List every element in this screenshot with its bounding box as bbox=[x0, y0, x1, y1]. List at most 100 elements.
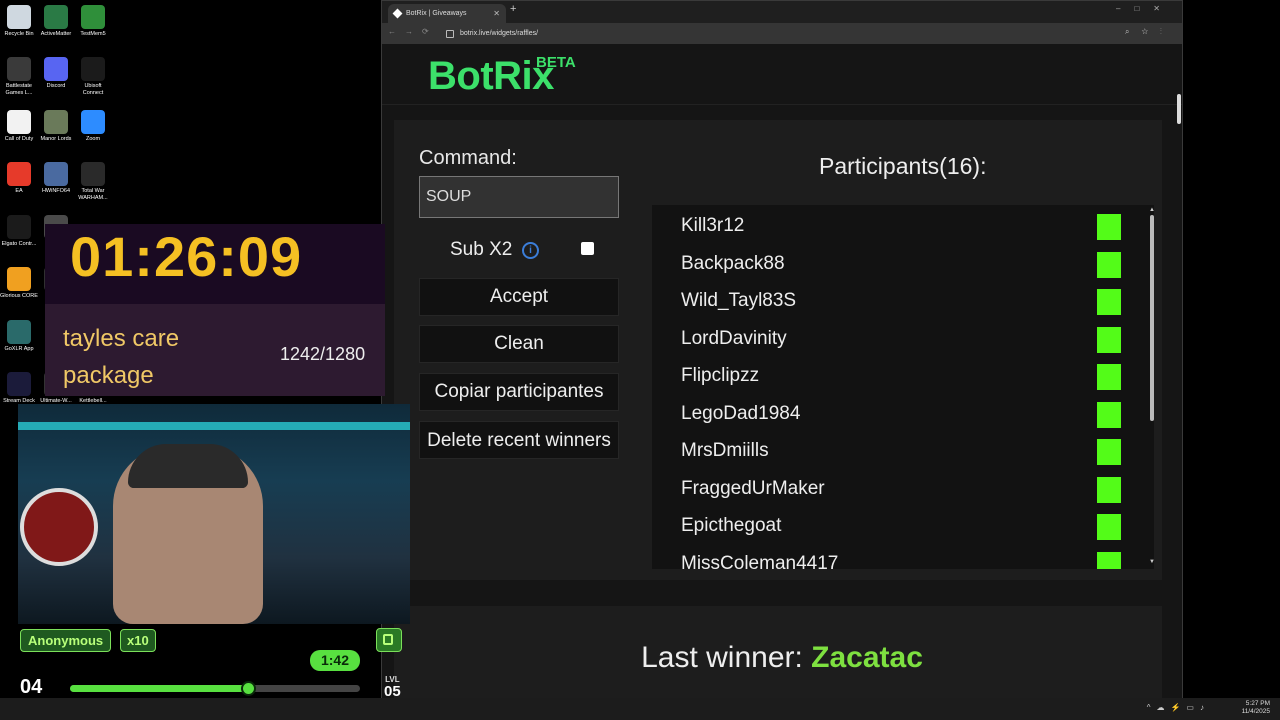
page-scrollbar[interactable] bbox=[1177, 94, 1181, 124]
scroll-up-icon[interactable]: ▲ bbox=[1149, 207, 1154, 213]
accept-button[interactable]: Accept bbox=[419, 278, 619, 316]
participant-row[interactable]: Flipclipzz bbox=[681, 357, 1121, 394]
kick-platform-icon bbox=[1097, 251, 1121, 278]
app-icon bbox=[7, 320, 31, 344]
desktop-icon-label: Total War WARHAM... bbox=[78, 188, 108, 201]
desktop-icon[interactable]: Battlestate Games L... bbox=[0, 57, 38, 97]
participant-row[interactable]: Wild_Tayl83S bbox=[681, 282, 1121, 319]
goal-text: tayles care package bbox=[63, 325, 180, 389]
desktop-icon-label: Call of Duty bbox=[4, 136, 34, 142]
participant-name: LegoDad1984 bbox=[681, 402, 801, 424]
copy-participants-button[interactable]: Copiar participantes bbox=[419, 373, 619, 411]
desktop-icon-label: EA bbox=[15, 188, 23, 194]
list-scrollbar[interactable] bbox=[1150, 215, 1154, 421]
new-tab-icon[interactable]: + bbox=[510, 3, 516, 15]
desktop-icon-label: GoXLR App bbox=[4, 346, 34, 352]
participant-name: FraggedUrMaker bbox=[681, 477, 825, 499]
sub-x2-checkbox[interactable] bbox=[581, 242, 594, 255]
url-field[interactable]: botrix.live/widgets/raffles/ bbox=[444, 27, 1084, 40]
last-winner: Last winner: Zacatac bbox=[382, 641, 1182, 675]
participant-row[interactable]: LordDavinity bbox=[681, 320, 1121, 357]
delete-recent-winners-button[interactable]: Delete recent winners bbox=[419, 421, 619, 459]
desktop-icon-label: Battlestate Games L... bbox=[5, 83, 33, 96]
participant-name: LordDavinity bbox=[681, 327, 787, 349]
page-content: BotRix BETA Command: Sub X2 i Accept Cle… bbox=[382, 44, 1182, 698]
desktop-icon[interactable]: Ubisoft Connect bbox=[74, 57, 112, 97]
participants-title: Participants(16): bbox=[819, 153, 987, 179]
desktop-icon-label: ActiveMatter bbox=[40, 31, 72, 37]
last-winner-label: Last winner: bbox=[641, 641, 803, 674]
tab-strip: BotRix | Giveaways ✕ + –□✕ bbox=[382, 1, 1182, 23]
desktop-icon[interactable]: Zoom bbox=[74, 110, 112, 143]
participant-name: Backpack88 bbox=[681, 252, 785, 274]
site-info-icon[interactable] bbox=[446, 30, 454, 38]
desktop-icon[interactable]: ActiveMatter bbox=[37, 5, 75, 38]
desktop-icon[interactable]: GoXLR App bbox=[0, 320, 38, 353]
desktop-icon-label: TestMem5 bbox=[80, 31, 106, 37]
desktop-icon-label: Ubisoft Connect bbox=[82, 83, 104, 96]
desktop-icon-label: Glorious CORE bbox=[0, 293, 38, 299]
desktop-icon[interactable]: Manor Lords bbox=[37, 110, 75, 143]
tab-botrix-giveaways[interactable]: BotRix | Giveaways ✕ bbox=[388, 4, 506, 23]
favicon-icon bbox=[392, 8, 403, 19]
command-input[interactable] bbox=[419, 176, 619, 218]
desktop-icon[interactable]: EA bbox=[0, 162, 38, 195]
time-left-pill: 1:42 bbox=[310, 650, 360, 671]
desktop-icon[interactable]: Call of Duty bbox=[0, 110, 38, 143]
app-icon bbox=[7, 57, 31, 81]
kick-platform-icon bbox=[1097, 476, 1121, 503]
participant-name: MrsDmiills bbox=[681, 440, 769, 461]
kick-platform-icon bbox=[1097, 289, 1121, 315]
app-icon bbox=[7, 110, 31, 134]
desktop-icon[interactable]: Stream Deck bbox=[0, 372, 38, 405]
info-icon[interactable]: i bbox=[522, 242, 539, 259]
participant-row[interactable]: Epicthegoat bbox=[681, 507, 1121, 544]
command-label: Command: bbox=[419, 147, 517, 169]
participant-row[interactable]: Backpack88 bbox=[681, 245, 1121, 282]
url-text: botrix.live/widgets/raffles/ bbox=[460, 30, 539, 37]
header-divider bbox=[382, 104, 1182, 105]
desktop-icon-label: Manor Lords bbox=[40, 136, 72, 142]
scroll-down-icon[interactable]: ▼ bbox=[1149, 559, 1154, 565]
app-icon bbox=[81, 110, 105, 134]
app-icon bbox=[7, 162, 31, 186]
participant-row[interactable]: FraggedUrMaker bbox=[681, 470, 1121, 507]
close-tab-icon[interactable]: ✕ bbox=[493, 4, 500, 23]
beta-badge: BETA bbox=[536, 54, 576, 71]
participant-name: MissColeman4417 bbox=[681, 552, 839, 570]
desktop-icon-label: Elgato Contr... bbox=[1, 241, 37, 247]
desktop-icon-label: Recycle Bin bbox=[4, 31, 34, 37]
participant-row[interactable]: MissColeman4417 bbox=[681, 545, 1121, 570]
desktop-icon[interactable]: Total War WARHAM... bbox=[74, 162, 112, 202]
kick-platform-icon bbox=[1097, 439, 1121, 465]
participant-row[interactable]: Kill3r12 bbox=[681, 207, 1121, 244]
next-level: 05 bbox=[384, 683, 401, 700]
taskbar-clock[interactable]: 5:27 PM 11/4/2025 bbox=[1242, 700, 1270, 716]
participant-row[interactable]: LegoDad1984 bbox=[681, 395, 1121, 432]
desktop-icon[interactable]: Glorious CORE bbox=[0, 267, 38, 300]
clean-button[interactable]: Clean bbox=[419, 325, 619, 363]
desktop-icon[interactable]: HWiNFO64 bbox=[37, 162, 75, 195]
app-icon bbox=[44, 5, 68, 29]
streamer-cap bbox=[128, 444, 248, 488]
brand-logo[interactable]: BotRix bbox=[428, 54, 554, 99]
webcam-feed bbox=[18, 404, 410, 624]
browser-toolbar-icons[interactable]: ⌕☆⋮ bbox=[1125, 27, 1174, 37]
participant-row[interactable]: MrsDmiills bbox=[681, 432, 1121, 469]
desktop-icon-label: HWiNFO64 bbox=[41, 188, 71, 194]
participant-name: Wild_Tayl83S bbox=[681, 290, 797, 311]
app-icon bbox=[7, 215, 31, 239]
progress-knob bbox=[240, 681, 256, 696]
system-tray-icons[interactable]: ^☁⚡▭♪ bbox=[1147, 703, 1210, 712]
kick-platform-icon bbox=[1097, 326, 1121, 353]
app-icon bbox=[7, 5, 31, 29]
desktop-icon[interactable]: TestMem5 bbox=[74, 5, 112, 38]
desktop-icon[interactable]: Discord bbox=[37, 57, 75, 90]
participants-list[interactable]: ▲ ▼ Kill3r12 Backpack88 Wild_Tayl83S LordDa… bbox=[652, 205, 1154, 569]
desktop-icon[interactable]: Elgato Contr... bbox=[0, 215, 38, 248]
window-controls[interactable]: –□✕ bbox=[1116, 4, 1174, 13]
clock-time: 5:27 PM bbox=[1245, 700, 1270, 707]
next-level-tag: LVL 05 bbox=[384, 675, 401, 699]
nav-buttons[interactable]: ←→⟳ bbox=[388, 27, 438, 36]
desktop-icon[interactable]: Recycle Bin bbox=[0, 5, 38, 38]
